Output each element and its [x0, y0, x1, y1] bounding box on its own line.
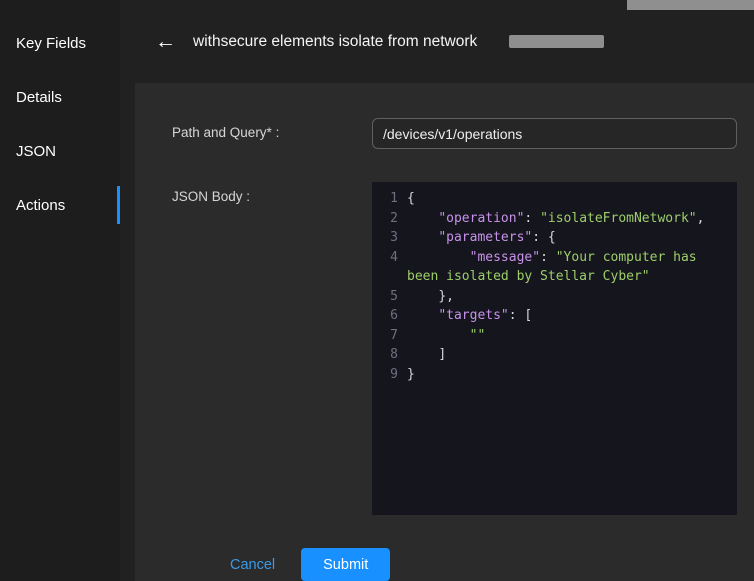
code-text: } — [407, 365, 729, 385]
code-token-key: "targets" — [438, 308, 508, 323]
code-line: 7 "" — [372, 326, 729, 346]
path-query-row: Path and Query* : — [172, 118, 737, 149]
code-line: 5 }, — [372, 287, 729, 307]
submit-button[interactable]: Submit — [301, 548, 390, 581]
line-number: 9 — [372, 365, 398, 385]
line-number: 7 — [372, 326, 398, 346]
code-line: 4 "message": "Your computer has been iso… — [372, 248, 729, 287]
back-arrow-icon[interactable]: ← — [155, 31, 176, 52]
code-lines: 1{2 "operation": "isolateFromNetwork",3 … — [372, 189, 729, 384]
code-token-key: "message" — [470, 250, 540, 265]
code-token-string: "" — [470, 328, 486, 343]
sidebar-item-key-fields[interactable]: Key Fields — [0, 16, 120, 70]
page-title: withsecure elements isolate from network — [193, 33, 477, 51]
code-token-key: "operation" — [438, 211, 524, 226]
line-number: 3 — [372, 228, 398, 248]
main-area: ← withsecure elements isolate from netwo… — [120, 0, 754, 581]
line-number: 2 — [372, 209, 398, 229]
line-number: 8 — [372, 345, 398, 365]
sidebar-item-label: Key Fields — [16, 35, 86, 52]
redacted-text-top — [627, 0, 754, 10]
code-token-plain: : — [524, 211, 540, 226]
code-line: 6 "targets": [ — [372, 306, 729, 326]
code-token-plain: { — [407, 191, 415, 206]
code-text: "" — [407, 326, 729, 346]
line-number: 4 — [372, 248, 398, 287]
code-token-plain: } — [407, 367, 415, 382]
code-token-string: "isolateFromNetwork" — [540, 211, 697, 226]
path-query-label: Path and Query* : — [172, 118, 372, 149]
code-line: 3 "parameters": { — [372, 228, 729, 248]
code-token-key: "parameters" — [438, 230, 532, 245]
cancel-button[interactable]: Cancel — [230, 557, 275, 573]
sidebar-item-label: Details — [16, 89, 62, 106]
line-number: 1 — [372, 189, 398, 209]
code-token-plain: : { — [532, 230, 555, 245]
code-line: 9} — [372, 365, 729, 385]
app-window: Key Fields Details JSON Actions ← withse… — [0, 0, 754, 581]
line-number: 5 — [372, 287, 398, 307]
sidebar-item-label: Actions — [16, 197, 65, 214]
redacted-text — [509, 35, 604, 48]
sidebar: Key Fields Details JSON Actions — [0, 0, 120, 581]
code-token-plain: : — [540, 250, 556, 265]
code-text: "operation": "isolateFromNetwork", — [407, 209, 729, 229]
code-text: }, — [407, 287, 729, 307]
code-token-plain: ] — [407, 347, 446, 362]
code-text: "targets": [ — [407, 306, 729, 326]
json-body-editor[interactable]: 1{2 "operation": "isolateFromNetwork",3 … — [372, 182, 737, 515]
page-header: ← withsecure elements isolate from netwo… — [120, 0, 754, 83]
code-token-plain — [407, 250, 470, 265]
path-query-input[interactable] — [372, 118, 737, 149]
code-text: "message": "Your computer has been isola… — [407, 248, 729, 287]
line-number: 6 — [372, 306, 398, 326]
code-token-plain: }, — [407, 289, 454, 304]
form-actions: Cancel Submit — [172, 548, 737, 581]
sidebar-item-details[interactable]: Details — [0, 70, 120, 124]
code-token-plain — [407, 308, 438, 323]
code-text: { — [407, 189, 729, 209]
code-text: ] — [407, 345, 729, 365]
code-token-plain: , — [697, 211, 705, 226]
json-body-row: JSON Body : 1{2 "operation": "isolateFro… — [172, 182, 737, 515]
code-token-plain: : [ — [509, 308, 532, 323]
json-body-label: JSON Body : — [172, 182, 372, 515]
sidebar-item-actions[interactable]: Actions — [0, 178, 120, 232]
code-line: 2 "operation": "isolateFromNetwork", — [372, 209, 729, 229]
code-line: 1{ — [372, 189, 729, 209]
code-text: "parameters": { — [407, 228, 729, 248]
sidebar-item-label: JSON — [16, 143, 56, 160]
code-line: 8 ] — [372, 345, 729, 365]
code-token-plain — [407, 230, 438, 245]
form-panel: Path and Query* : JSON Body : 1{2 "opera… — [135, 83, 754, 581]
code-token-plain — [407, 328, 470, 343]
sidebar-item-json[interactable]: JSON — [0, 124, 120, 178]
code-token-plain — [407, 211, 438, 226]
